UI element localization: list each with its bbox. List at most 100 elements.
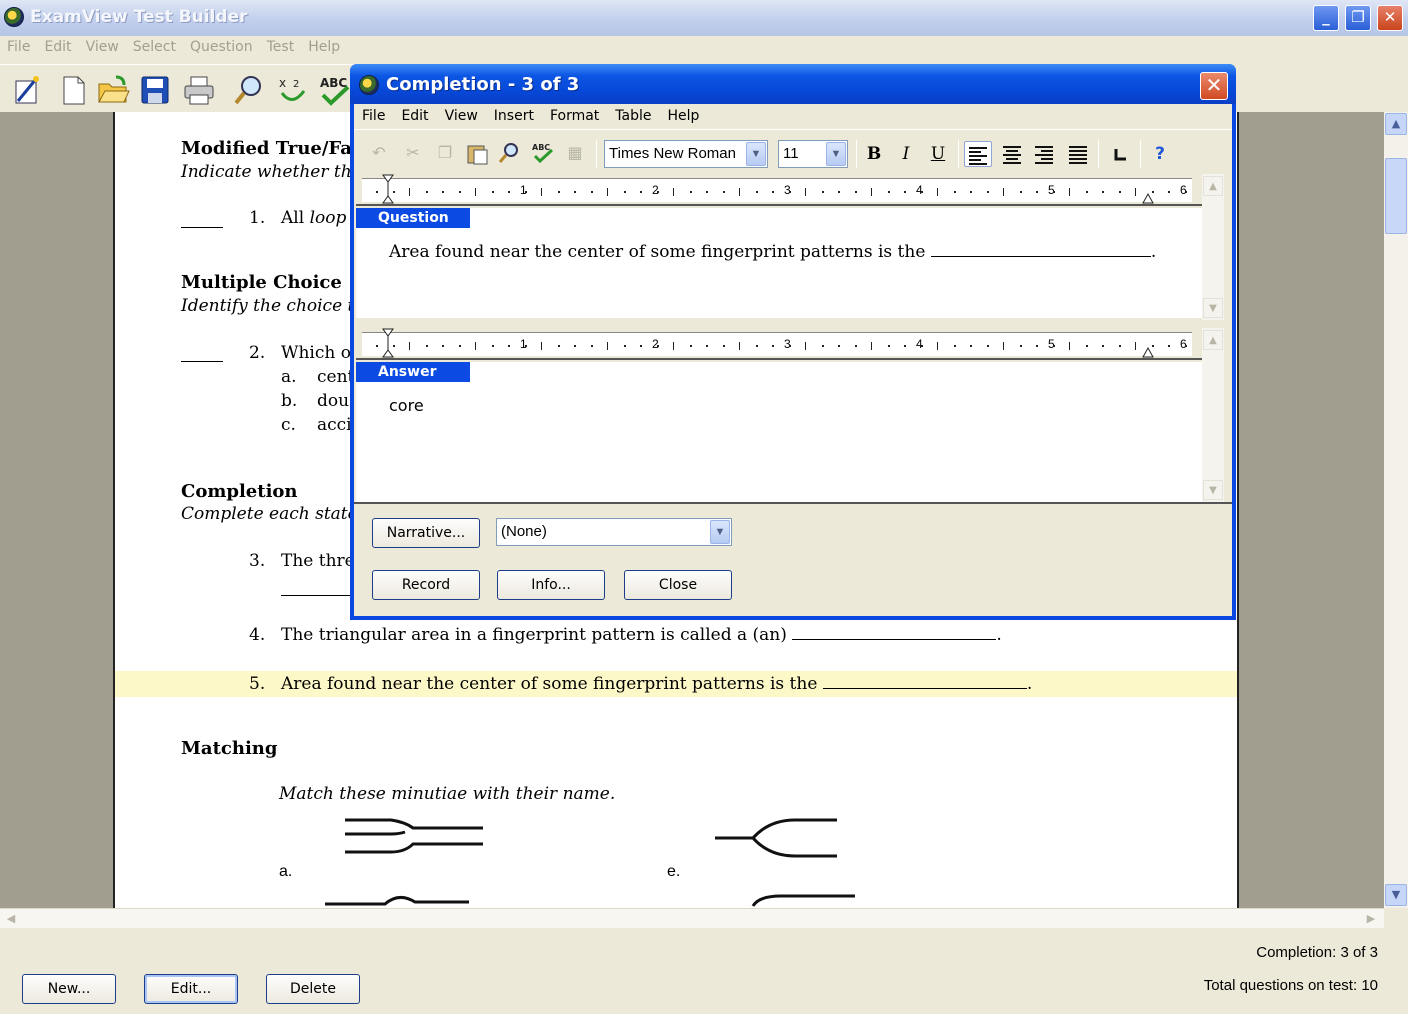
tab-stop-icon[interactable] bbox=[1106, 141, 1134, 167]
question-text[interactable]: The triangular area in a fingerprint pat… bbox=[281, 625, 1002, 645]
question-number: 5. bbox=[249, 674, 266, 694]
align-right-icon[interactable] bbox=[1030, 141, 1058, 167]
new-question-button[interactable]: New... bbox=[22, 974, 116, 1004]
question-ruler[interactable]: 1 2 3 4 5 6 bbox=[356, 174, 1202, 206]
ruler-mark bbox=[673, 188, 674, 196]
dialog-menu-insert[interactable]: Insert bbox=[486, 104, 542, 128]
narrative-select[interactable]: (None) ▼ bbox=[496, 518, 732, 546]
ruler-number: 5 bbox=[1048, 183, 1055, 197]
ruler-mark bbox=[541, 188, 542, 196]
ruler-mark bbox=[590, 345, 593, 347]
justify-icon[interactable] bbox=[1064, 141, 1092, 167]
delete-question-button[interactable]: Delete bbox=[266, 974, 360, 1004]
find-icon[interactable] bbox=[496, 141, 522, 165]
scroll-down-icon[interactable]: ▼ bbox=[1203, 298, 1223, 318]
undo-icon[interactable]: ↶ bbox=[366, 141, 392, 165]
narrative-button-label: Narrative... bbox=[386, 525, 466, 541]
bold-button[interactable]: B bbox=[860, 141, 888, 167]
question-text[interactable]: Which o bbox=[281, 343, 351, 363]
minimize-button[interactable]: _ bbox=[1313, 5, 1339, 31]
document-vertical-scrollbar[interactable]: ▲ ▼ bbox=[1384, 112, 1408, 908]
close-window-button[interactable]: ✕ bbox=[1377, 5, 1403, 31]
ruler-mark bbox=[871, 342, 872, 350]
question-scrollbar[interactable]: ▲ ▼ bbox=[1202, 174, 1224, 320]
document-horizontal-scrollbar[interactable]: ◀ ▶ bbox=[0, 908, 1384, 928]
question-text[interactable]: Area found near the center of some finge… bbox=[281, 674, 1032, 694]
open-folder-icon[interactable] bbox=[96, 73, 130, 107]
scroll-up-icon[interactable]: ▲ bbox=[1385, 113, 1407, 135]
question-editor-text[interactable]: Area found near the center of some finge… bbox=[389, 242, 1156, 262]
spellcheck-icon[interactable]: ABC bbox=[318, 73, 352, 107]
question-editor[interactable]: Question Area found near the center of s… bbox=[356, 174, 1224, 320]
scroll-down-icon[interactable]: ▼ bbox=[1203, 480, 1223, 500]
scroll-down-icon[interactable]: ▼ bbox=[1385, 884, 1407, 906]
answer-editor-text[interactable]: core bbox=[389, 396, 424, 415]
paste-icon[interactable] bbox=[464, 141, 490, 165]
answer-scrollbar[interactable]: ▲ ▼ bbox=[1202, 328, 1224, 504]
main-menu-bar: File Edit View Select Question Test Help bbox=[0, 36, 1408, 62]
dialog-menu-format[interactable]: Format bbox=[542, 104, 607, 128]
dialog-title-bar[interactable]: Completion - 3 of 3 ✕ bbox=[350, 64, 1236, 104]
dialog-menu-edit[interactable]: Edit bbox=[393, 104, 436, 128]
help-icon[interactable]: ? bbox=[1146, 141, 1174, 167]
answer-editor[interactable]: Answer core ▲ ▼ bbox=[356, 328, 1224, 504]
dialog-menu-view[interactable]: View bbox=[437, 104, 486, 128]
examview-app-icon[interactable] bbox=[4, 7, 24, 27]
font-name-select[interactable]: Times New Roman ▼ bbox=[604, 140, 768, 168]
print-icon[interactable] bbox=[182, 73, 216, 107]
dialog-close-icon[interactable]: ✕ bbox=[1200, 72, 1228, 100]
scramble-icon[interactable]: x2 bbox=[276, 73, 310, 107]
scroll-up-icon[interactable]: ▲ bbox=[1203, 176, 1223, 196]
scroll-thumb[interactable] bbox=[1385, 158, 1407, 234]
chevron-down-icon[interactable]: ▼ bbox=[710, 520, 730, 544]
menu-view[interactable]: View bbox=[79, 36, 126, 58]
align-center-icon[interactable] bbox=[998, 141, 1026, 167]
menu-select[interactable]: Select bbox=[126, 36, 183, 58]
restore-button[interactable]: ❐ bbox=[1345, 5, 1371, 31]
scroll-right-icon[interactable]: ▶ bbox=[1362, 910, 1380, 928]
new-document-icon[interactable] bbox=[56, 73, 90, 107]
dialog-menu-table[interactable]: Table bbox=[607, 104, 659, 128]
menu-question[interactable]: Question bbox=[183, 36, 260, 58]
ruler-mark bbox=[475, 188, 476, 196]
close-button[interactable]: Close bbox=[624, 570, 732, 600]
spellcheck-icon[interactable]: ABC bbox=[530, 141, 556, 165]
cut-icon[interactable]: ✂ bbox=[400, 141, 426, 165]
calculator-icon[interactable]: ▦ bbox=[562, 141, 588, 165]
menu-test[interactable]: Test bbox=[260, 36, 302, 58]
menu-file[interactable]: File bbox=[0, 36, 37, 58]
underline-button[interactable]: U bbox=[924, 141, 952, 167]
info-button[interactable]: Info... bbox=[497, 570, 605, 600]
narrative-button[interactable]: Narrative... bbox=[372, 518, 480, 548]
right-indent-marker[interactable] bbox=[1142, 344, 1154, 358]
wizard-icon[interactable] bbox=[10, 73, 44, 107]
chevron-down-icon[interactable]: ▼ bbox=[826, 142, 846, 166]
menu-edit[interactable]: Edit bbox=[37, 36, 78, 58]
align-left-icon[interactable] bbox=[964, 141, 992, 167]
copy-icon[interactable]: ❐ bbox=[432, 141, 458, 165]
dialog-menu-help[interactable]: Help bbox=[660, 104, 708, 128]
dialog-menu-file[interactable]: File bbox=[354, 104, 393, 128]
answer-ruler[interactable]: 1 2 3 4 5 6 bbox=[356, 328, 1202, 360]
scroll-up-icon[interactable]: ▲ bbox=[1203, 330, 1223, 350]
left-indent-marker[interactable] bbox=[382, 328, 394, 358]
find-icon[interactable] bbox=[232, 73, 266, 107]
ruler-mark bbox=[821, 191, 824, 193]
toolbar-separator bbox=[958, 140, 959, 168]
italic-button[interactable]: I bbox=[892, 141, 920, 167]
edit-question-button[interactable]: Edit... bbox=[144, 974, 238, 1004]
ruler-mark bbox=[656, 191, 659, 193]
question-text[interactable]: The thre bbox=[281, 551, 355, 571]
ruler-mark bbox=[1118, 345, 1121, 347]
ruler-mark bbox=[425, 345, 428, 347]
question-text[interactable]: All loop bbox=[281, 208, 346, 228]
font-size-select[interactable]: 11 ▼ bbox=[778, 140, 848, 168]
chevron-down-icon[interactable]: ▼ bbox=[746, 142, 766, 166]
left-indent-marker[interactable] bbox=[382, 174, 394, 204]
scroll-left-icon[interactable]: ◀ bbox=[2, 910, 20, 928]
right-indent-marker[interactable] bbox=[1142, 190, 1154, 204]
ruler-mark bbox=[1085, 191, 1088, 193]
record-button[interactable]: Record bbox=[372, 570, 480, 600]
save-icon[interactable] bbox=[138, 73, 172, 107]
menu-help[interactable]: Help bbox=[301, 36, 347, 58]
